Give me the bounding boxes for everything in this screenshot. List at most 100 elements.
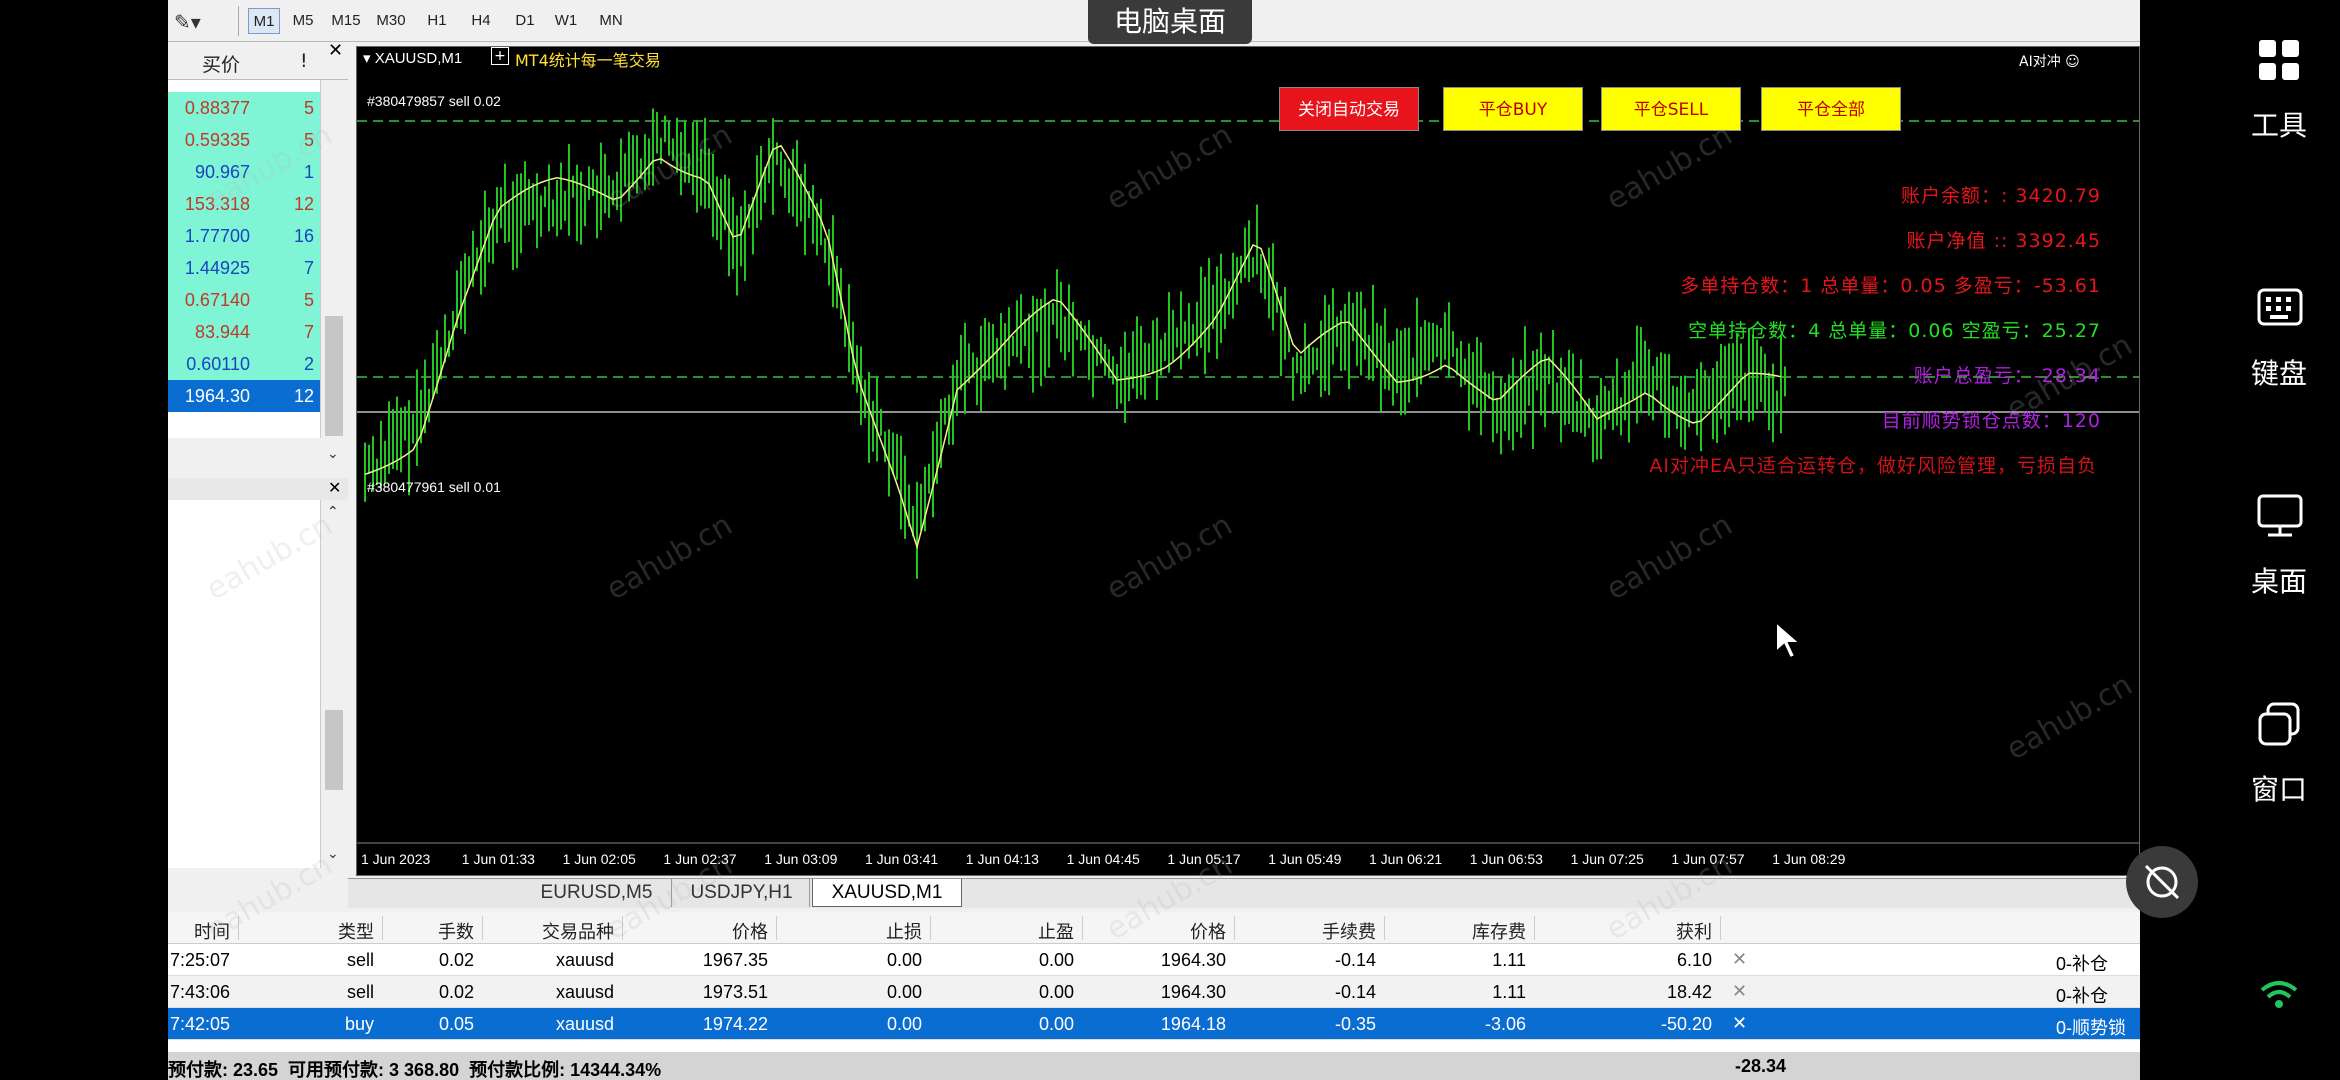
navigator-close-icon[interactable]: ✕ <box>328 478 341 497</box>
drawing-tools-icon[interactable]: ✎▾ <box>174 10 201 34</box>
close-sell-button[interactable]: 平仓SELL <box>1601 87 1741 131</box>
trade-cell-price: 1973.51 <box>702 982 768 1002</box>
trade-cell-price: 1974.22 <box>702 1014 768 1034</box>
market-watch-row[interactable]: 1964.30 12 <box>168 380 320 412</box>
timeframe-m5-button[interactable]: M5 <box>286 8 320 34</box>
stop-auto-trading-button[interactable]: 关闭自动交易 <box>1279 87 1419 131</box>
trade-column-header[interactable]: 价格 <box>1106 918 1226 944</box>
trade-column-header[interactable]: 库存费 <box>1406 918 1526 944</box>
close-buy-button[interactable]: 平仓BUY <box>1443 87 1583 131</box>
market-watch-bid: 0.67140 <box>184 290 250 310</box>
time-axis-label: 1 Jun 06:21 <box>1369 851 1443 867</box>
trade-row[interactable]: 7:43:06 sell 0.02 xauusd 1973.51 0.00 0.00 1964… <box>168 976 2140 1008</box>
trade-column-header[interactable]: 止盈 <box>954 918 1074 944</box>
trade-cell-commission: -0.35 <box>1334 1014 1376 1034</box>
trade-row[interactable]: 7:42:05 buy 0.05 xauusd 1974.22 0.00 0.00 1964.… <box>168 1008 2140 1040</box>
time-axis-label: 1 Jun 01:33 <box>461 851 535 867</box>
trade-row[interactable]: 7:25:07 sell 0.02 xauusd 1967.35 0.00 0.00 1964… <box>168 944 2140 976</box>
close-order-icon[interactable]: ✕ <box>1732 949 1747 970</box>
time-axis-label: 1 Jun 02:05 <box>562 851 636 867</box>
scrollbar-thumb[interactable] <box>325 710 343 790</box>
panel-close-icon[interactable]: ✕ <box>328 40 343 61</box>
trade-column-header[interactable]: 获利 <box>1592 918 1712 944</box>
market-watch-row[interactable]: 1.77700 16 <box>168 220 320 252</box>
navigator-header: ✕ <box>168 478 348 500</box>
market-watch-row[interactable]: 153.318 12 <box>168 188 320 220</box>
tools-button[interactable] <box>2218 36 2340 90</box>
trade-column-header[interactable]: 手数 <box>354 918 474 944</box>
trade-cell-profit: 6.10 <box>1676 950 1712 970</box>
navigator-scrollbar[interactable]: ⌃ ⌄ <box>320 500 348 868</box>
column-divider <box>1082 916 1083 940</box>
column-divider <box>482 916 483 940</box>
trade-cell-tp: 0.00 <box>1038 982 1074 1002</box>
timeframe-m15-button[interactable]: M15 <box>326 8 366 34</box>
time-axis-label: 1 Jun 2023 <box>361 851 431 867</box>
market-watch-spread: 16 <box>293 226 314 246</box>
chart-tab[interactable]: USDJPY,H1 <box>674 879 810 907</box>
ai-ea-label: AI对冲 ☺ <box>2019 54 2080 70</box>
trade-cell-profit: 18.42 <box>1666 982 1712 1002</box>
market-watch-bid: 83.944 <box>194 322 250 342</box>
trade-cell-symbol: xauusd <box>555 950 614 970</box>
market-watch-bid: 1.77700 <box>184 226 250 246</box>
market-watch-spread-header[interactable]: ! <box>300 50 308 72</box>
ea-info-line: AI对冲EA只适合运转仓，做好风险管理，亏损自负 <box>1649 455 2097 477</box>
timeframe-m30-button[interactable]: M30 <box>371 8 411 34</box>
chart-symbol-label: ▾ XAUUSD,M1 <box>363 50 463 67</box>
chart-tab[interactable]: EURUSD,M5 <box>522 879 672 907</box>
timeframe-d1-button[interactable]: D1 <box>508 8 542 34</box>
desktop-button[interactable] <box>2218 492 2340 546</box>
market-watch-row[interactable]: 0.88377 5 <box>168 92 320 124</box>
trade-column-header[interactable]: 时间 <box>168 918 230 944</box>
ea-info-line: 账户总盈亏：-28.34 <box>1913 365 2101 387</box>
market-watch-bid: 1964.30 <box>184 386 250 406</box>
close-order-icon[interactable]: ✕ <box>1732 1013 1747 1034</box>
price-chart[interactable]: ▾ XAUUSD,M1 + MT4统计每一笔交易 AI对冲 ☺ #3804798… <box>356 46 2140 876</box>
time-axis-label: 1 Jun 08:29 <box>1772 851 1846 867</box>
scrollbar-thumb[interactable] <box>325 316 343 436</box>
column-divider <box>622 916 623 940</box>
market-watch-row[interactable]: 0.67140 5 <box>168 284 320 316</box>
trade-cell-symbol: xauusd <box>555 1014 614 1034</box>
close-order-icon[interactable]: ✕ <box>1732 981 1747 1002</box>
trade-cell-swap: 1.11 <box>1492 982 1526 1002</box>
market-watch-row[interactable]: 90.967 1 <box>168 156 320 188</box>
market-watch-row[interactable]: 0.60110 2 <box>168 348 320 380</box>
remote-desktop-title: 电脑桌面 <box>1088 0 1252 44</box>
window-button[interactable] <box>2218 700 2340 754</box>
trade-cell-sl: 0.00 <box>886 1014 922 1034</box>
floating-pin-button[interactable] <box>2126 846 2198 918</box>
trade-cell-commission: -0.14 <box>1334 950 1376 970</box>
timeframe-m1-button[interactable]: M1 <box>248 8 280 34</box>
column-divider <box>930 916 931 940</box>
scroll-up-icon[interactable]: ⌃ <box>327 504 339 520</box>
chart-symbol-text: XAUUSD,M1 <box>374 50 463 67</box>
close-all-button[interactable]: 平仓全部 <box>1761 87 1901 131</box>
keyboard-button[interactable] <box>2218 284 2340 338</box>
scroll-down-icon[interactable]: ⌄ <box>327 846 339 862</box>
market-watch-row[interactable]: 1.44925 7 <box>168 252 320 284</box>
scroll-down-icon[interactable]: ⌄ <box>327 446 339 462</box>
trade-column-header[interactable]: 价格 <box>648 918 768 944</box>
trade-column-header[interactable]: 止损 <box>802 918 922 944</box>
trade-cell-cur: 1964.30 <box>1160 982 1226 1002</box>
market-watch-bid-header[interactable]: 买价 <box>202 50 240 77</box>
trade-column-header[interactable]: 手续费 <box>1256 918 1376 944</box>
trade-cell-swap: -3.06 <box>1484 1014 1526 1034</box>
time-axis-label: 1 Jun 04:45 <box>1066 851 1140 867</box>
timeframe-mn-button[interactable]: MN <box>591 8 631 34</box>
ea-name-label: MT4统计每一笔交易 <box>515 51 661 70</box>
trade-cell-sl: 0.00 <box>886 982 922 1002</box>
chart-tab[interactable]: XAUUSD,M1 <box>812 879 962 907</box>
timeframe-h4-button[interactable]: H4 <box>463 8 499 34</box>
timeframe-w1-button[interactable]: W1 <box>549 8 583 34</box>
time-axis-label: 1 Jun 07:57 <box>1671 851 1745 867</box>
timeframe-h1-button[interactable]: H1 <box>420 8 454 34</box>
remote-control-panel: 工具 键盘 桌面 窗口 <box>2218 0 2340 1080</box>
market-watch-row[interactable]: 0.59335 5 <box>168 124 320 156</box>
window-stack-icon <box>2258 702 2300 746</box>
market-watch-row[interactable]: 83.944 7 <box>168 316 320 348</box>
trade-column-header[interactable]: 交易品种 <box>494 918 614 944</box>
market-watch-scrollbar[interactable]: ⌄ <box>320 80 348 462</box>
